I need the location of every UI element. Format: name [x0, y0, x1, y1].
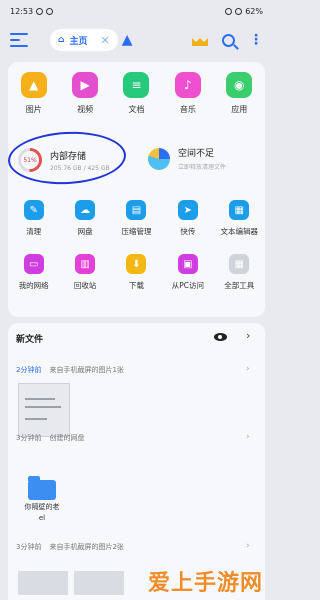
tool-send[interactable]: ➤ 快传: [163, 200, 213, 237]
chevron-right-icon[interactable]: ›: [246, 329, 250, 342]
close-tab-icon[interactable]: ✕: [100, 34, 109, 47]
tool-router[interactable]: ▭ 我的网络: [9, 254, 59, 291]
tool-row: ▭ 我的网络 ▥ 回收站 ⬇ 下载 ▣ 从PC访问 ▦ 全部工具: [8, 254, 265, 291]
recent-group-header[interactable]: 3分钟前 来自手机截屏的图片2张: [16, 542, 124, 552]
tool-row: ✎ 清理 ☁ 网盘 ▤ 压缩管理 ➤ 快传 ▦ 文本编辑器: [8, 200, 265, 237]
chevron-right-icon[interactable]: ›: [246, 364, 250, 374]
group-desc: 来自手机截屏的图片1张: [49, 366, 124, 374]
category-document[interactable]: ≡ 文档: [112, 72, 160, 115]
item-label: 文档: [128, 105, 145, 114]
group-time: 3分钟前: [16, 434, 42, 442]
video-icon: ▶: [72, 72, 99, 98]
status-bar: 12:53 62%: [0, 0, 273, 22]
category-image[interactable]: ▲ 图片: [10, 72, 58, 115]
item-label: 快传: [180, 227, 196, 236]
cloud-icon: ☁: [75, 200, 96, 220]
tool-trash[interactable]: ▥ 回收站: [60, 254, 110, 291]
tab-home[interactable]: ⌂ 主页 ✕: [50, 29, 118, 51]
tool-text-editor[interactable]: ▦ 文本编辑器: [214, 200, 264, 237]
item-label: 图片: [25, 105, 42, 114]
recent-group-header[interactable]: 3分钟前 创建的网盘: [16, 433, 84, 443]
pc-icon: ▣: [177, 254, 198, 274]
status-icon: [36, 7, 44, 15]
category-android[interactable]: ◉ 应用: [215, 72, 263, 115]
screenshot-thumbnail[interactable]: [18, 383, 70, 437]
search-icon[interactable]: [222, 33, 235, 47]
music-icon: ♪: [174, 72, 201, 98]
new-tab-icon[interactable]: ▲: [122, 32, 133, 48]
category-music[interactable]: ♪ 音乐: [164, 72, 212, 115]
tool-broom[interactable]: ✎ 清理: [9, 200, 59, 237]
broom-icon: ✎: [23, 200, 44, 220]
item-label: 从PC访问: [171, 281, 204, 290]
wifi-icon: [235, 7, 243, 15]
more-icon[interactable]: ⋮: [249, 33, 263, 47]
document-icon: ≡: [123, 72, 150, 98]
tool-zip[interactable]: ▤ 压缩管理: [111, 200, 161, 237]
tool-grid[interactable]: ▦ 全部工具: [214, 254, 264, 291]
home-icon: ⌂: [58, 35, 65, 45]
trash-icon: ▥: [75, 254, 96, 274]
item-label: 清理: [26, 227, 42, 236]
chevron-right-icon[interactable]: ›: [246, 541, 250, 551]
image-icon: ▲: [20, 72, 47, 98]
status-icon: [46, 7, 54, 15]
group-desc: 创建的网盘: [49, 434, 85, 442]
group-desc: 来自手机截屏的图片2张: [49, 543, 124, 551]
eye-icon[interactable]: [214, 333, 227, 341]
signal-icon: [225, 7, 233, 15]
pie-icon: [148, 147, 170, 170]
group-time: 3分钟前: [16, 543, 42, 551]
router-icon: ▭: [23, 254, 44, 274]
zip-icon: ▤: [126, 200, 147, 220]
download-icon: ⬇: [126, 254, 147, 274]
space-title: 空间不足: [178, 149, 215, 159]
home-card: ▲ 图片 ▶ 视频 ≡ 文档 ♪ 音乐 ◉ 应用 51% 内部存储 205.76 GB / 425…: [6, 62, 265, 317]
tab-home-label: 主页: [69, 36, 88, 47]
android-icon: ◉: [226, 72, 253, 98]
category-video[interactable]: ▶ 视频: [61, 72, 109, 115]
send-icon: ➤: [177, 200, 198, 220]
text-editor-icon: ▦: [229, 200, 250, 220]
chevron-right-icon[interactable]: ›: [246, 432, 250, 442]
watermark-logo: 爱上手游网: [148, 571, 264, 596]
status-time: 12:53: [10, 6, 34, 16]
group-time: 2分钟前: [16, 366, 42, 374]
item-label: 我的网络: [18, 281, 49, 290]
folder-name: 你隔壁的老el: [24, 503, 60, 522]
space-warning[interactable]: 空间不足 立即释放清理文件: [148, 146, 226, 171]
recent-files: 新文件 › 2分钟前 来自手机截屏的图片1张 › 3分钟前 创建的网盘 › 你隔…: [8, 323, 265, 600]
tool-cloud[interactable]: ☁ 网盘: [60, 200, 110, 237]
top-bar: ⌂ 主页 ✕ ▲ ⋮: [0, 24, 273, 56]
item-label: 全部工具: [224, 281, 255, 290]
item-label: 回收站: [73, 281, 97, 290]
menu-button[interactable]: [10, 33, 28, 47]
battery-level: 62%: [245, 6, 263, 16]
grid-icon: ▦: [229, 254, 250, 274]
screenshot-thumbnail[interactable]: [74, 571, 124, 595]
item-label: 应用: [231, 105, 248, 114]
tool-pc[interactable]: ▣ 从PC访问: [163, 254, 213, 291]
category-row: ▲ 图片 ▶ 视频 ≡ 文档 ♪ 音乐 ◉ 应用: [8, 72, 265, 115]
tool-download[interactable]: ⬇ 下载: [111, 254, 161, 291]
folder-icon[interactable]: [28, 476, 56, 500]
item-label: 网盘: [77, 227, 93, 236]
item-label: 压缩管理: [121, 227, 152, 236]
item-label: 视频: [77, 105, 94, 114]
recent-title: 新文件: [16, 335, 44, 345]
item-label: 音乐: [179, 105, 196, 114]
space-subtitle: 立即释放清理文件: [178, 164, 227, 171]
screenshot-thumbnail[interactable]: [18, 571, 68, 595]
item-label: 文本编辑器: [220, 227, 259, 236]
item-label: 下载: [128, 281, 144, 290]
recent-group-header[interactable]: 2分钟前 来自手机截屏的图片1张: [16, 365, 124, 375]
crown-icon[interactable]: [192, 34, 208, 46]
